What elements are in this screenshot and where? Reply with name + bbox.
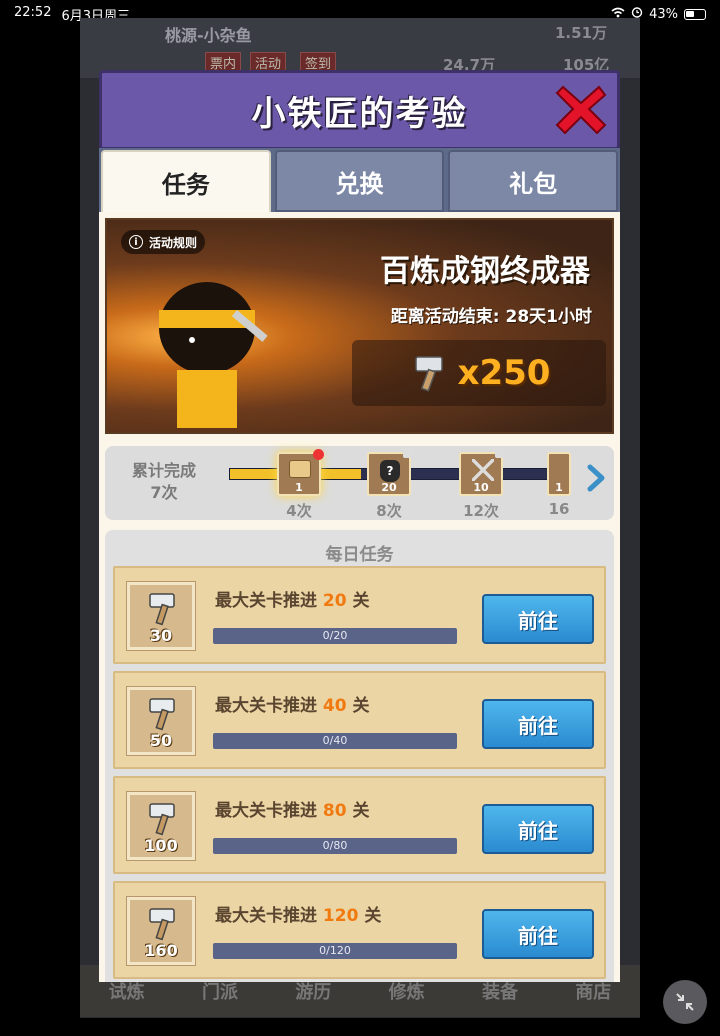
hammer-icon	[414, 356, 443, 392]
task-description: 最大关卡推进 40 关	[215, 691, 370, 716]
task-prefix: 最大关卡推进	[215, 591, 317, 611]
hammer-icon	[149, 698, 175, 731]
task-suffix: 关	[352, 591, 370, 611]
lock-icon	[495, 448, 505, 458]
resource-gems: 1.51万	[555, 24, 608, 42]
go-button[interactable]: 前往	[482, 699, 594, 749]
task-row: 160 最大关卡推进 120 关 0/120 前往	[113, 881, 606, 979]
battery-percent: 43%	[649, 6, 678, 22]
cumulative-progress-panel: 累计完成 7次 1 4次 ? 20 8次 10 12次 1 16	[105, 446, 614, 520]
accumulated-label: 累计完成 7次	[119, 460, 209, 504]
task-suffix: 关	[352, 801, 370, 821]
hammer-icon	[149, 593, 175, 626]
hammer-icon	[149, 803, 175, 836]
blacksmith-character-illustration	[159, 282, 268, 428]
mystery-bag-icon: ?	[380, 460, 400, 482]
milestone-reward-2[interactable]: ? 20	[367, 448, 413, 496]
tab-bar: 任务 兑换 礼包	[99, 148, 620, 214]
player-name: 桃源-小杂鱼	[165, 26, 252, 45]
task-reward-count: 30	[149, 626, 173, 645]
milestone-reward-1[interactable]: 1	[277, 449, 324, 496]
daily-tasks-panel: 每日任务 30 最大关卡推进 20 关 0/20 前往 50 最大关卡推进 40	[105, 530, 614, 982]
daily-tasks-title: 每日任务	[325, 545, 394, 565]
task-description: 最大关卡推进 80 关	[215, 796, 370, 821]
milestone-count: 10	[473, 481, 489, 494]
status-time: 22:52	[14, 4, 52, 20]
modal-header: 小铁匠的考验	[99, 70, 620, 150]
milestone-count: 1	[555, 481, 563, 494]
event-banner: i 活动规则 百炼成钢终成器 距离活动结束: 28天1小时 x250	[105, 218, 614, 434]
milestone-count: 1	[295, 481, 303, 494]
task-row: 50 最大关卡推进 40 关 0/40 前往	[113, 671, 606, 769]
accumulated-count: 7次	[150, 483, 178, 502]
task-row: 30 最大关卡推进 20 关 0/20 前往	[113, 566, 606, 664]
bg-tag-2[interactable]: 签到	[300, 52, 337, 72]
task-reward: 50	[126, 686, 196, 756]
milestone-label: 16	[548, 500, 570, 518]
close-button[interactable]	[555, 83, 607, 135]
hammer-icon	[149, 908, 175, 941]
go-button[interactable]: 前往	[482, 909, 594, 959]
bg-tag-1[interactable]: 活动	[250, 52, 287, 72]
collapse-arrows-icon	[676, 993, 694, 1011]
accumulated-title: 累计完成	[131, 461, 196, 480]
task-target: 80	[322, 801, 347, 821]
milestone-label: 12次	[463, 502, 499, 520]
notification-dot	[313, 449, 324, 460]
task-description: 最大关卡推进 120 关	[215, 901, 381, 926]
task-progress-bar: 0/20	[213, 628, 457, 644]
task-prefix: 最大关卡推进	[215, 801, 317, 821]
task-row: 100 最大关卡推进 80 关 0/80 前往	[113, 776, 606, 874]
milestone-reward-4[interactable]: 1	[547, 452, 571, 496]
milestone-reward-3[interactable]: 10	[459, 448, 505, 496]
go-button[interactable]: 前往	[482, 594, 594, 644]
task-target: 120	[322, 906, 359, 926]
task-suffix: 关	[352, 696, 370, 716]
task-description: 最大关卡推进 20 关	[215, 586, 370, 611]
task-prefix: 最大关卡推进	[215, 906, 317, 926]
battery-icon	[684, 8, 706, 20]
event-countdown: 距离活动结束: 28天1小时	[390, 307, 592, 327]
close-icon	[555, 85, 607, 135]
task-progress-bar: 0/80	[213, 838, 457, 854]
reward-box: x250	[352, 340, 606, 406]
tab-gift[interactable]: 礼包	[448, 150, 619, 212]
task-suffix: 关	[364, 906, 382, 926]
task-reward-count: 160	[144, 941, 178, 960]
milestone-label: 4次	[286, 502, 312, 520]
tab-tasks[interactable]: 任务	[101, 150, 271, 214]
rules-label: 活动规则	[149, 235, 198, 250]
rules-button[interactable]: i 活动规则	[121, 230, 206, 254]
bg-tag-0[interactable]: 票内	[205, 52, 242, 72]
next-arrow-button[interactable]	[584, 464, 608, 492]
lock-icon	[403, 448, 413, 458]
task-target: 40	[322, 696, 347, 716]
task-target: 20	[322, 591, 347, 611]
task-progress-bar: 0/40	[213, 733, 457, 749]
task-reward-count: 100	[144, 836, 178, 855]
task-reward: 160	[126, 896, 196, 966]
task-prefix: 最大关卡推进	[215, 696, 317, 716]
milestone-label: 8次	[376, 502, 402, 520]
swords-icon	[472, 459, 494, 481]
scroll-icon	[289, 460, 311, 478]
task-reward: 100	[126, 791, 196, 861]
task-reward: 30	[126, 581, 196, 651]
info-icon: i	[129, 235, 143, 249]
modal-title: 小铁匠的考验	[251, 93, 468, 134]
task-progress-bar: 0/120	[213, 943, 457, 959]
minimize-button[interactable]	[663, 980, 707, 1024]
banner-title: 百炼成钢终成器	[380, 254, 590, 289]
tab-exchange[interactable]: 兑换	[274, 150, 445, 212]
reward-count: x250	[457, 353, 551, 393]
go-button[interactable]: 前往	[482, 804, 594, 854]
task-reward-count: 50	[149, 731, 173, 750]
modal-body: i 活动规则 百炼成钢终成器 距离活动结束: 28天1小时 x250 累计完成 …	[99, 212, 620, 982]
chevron-right-icon	[587, 464, 605, 492]
milestone-count: 20	[381, 481, 397, 494]
